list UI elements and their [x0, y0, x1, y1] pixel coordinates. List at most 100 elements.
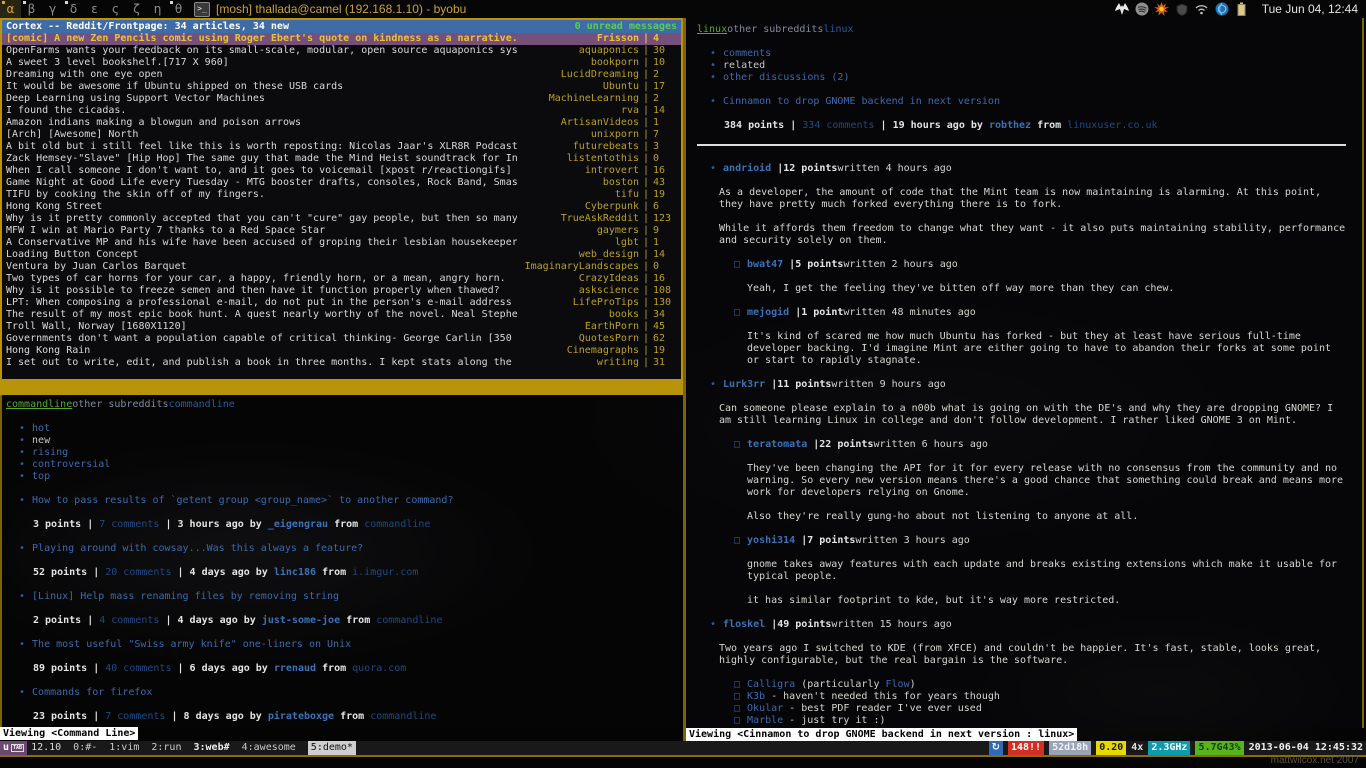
comment-author-link[interactable]: bwat47 [747, 259, 783, 270]
post-source-link[interactable]: linuxuser.co.uk [1067, 120, 1157, 131]
post-author-link[interactable]: _eigengrau [268, 519, 328, 530]
subreddit-link[interactable]: commandline [6, 399, 72, 410]
workspace-tag-ζ[interactable]: ζ [126, 0, 147, 18]
comment-header[interactable]: □bwat47 |5 pointswritten 2 hours ago [697, 259, 1352, 271]
article-row[interactable]: Ventura by Juan Carlos BarquetImaginaryL… [2, 261, 681, 273]
post-comments-link[interactable]: 7 comments [105, 711, 165, 722]
post-title-link[interactable]: Cinnamon to drop GNOME backend in next v… [723, 96, 1000, 107]
inline-link[interactable]: K3b [747, 691, 765, 702]
article-row[interactable]: Deep Learning using Support Vector Machi… [2, 93, 681, 105]
inline-link[interactable]: Marble [747, 715, 783, 726]
nav-item-other-discussions-2[interactable]: •other discussions (2) [697, 72, 1352, 84]
article-row[interactable]: Dreaming with one eye openLucidDreaming|… [2, 69, 681, 81]
post-comments-link[interactable]: 20 comments [105, 567, 171, 578]
article-row[interactable]: Why is it possible to freeze semen and t… [2, 285, 681, 297]
terminal-window-icon[interactable]: >_ [194, 2, 210, 17]
article-row[interactable]: The result of my most epic book hunt. A … [2, 309, 681, 321]
article-row[interactable]: A Conservative MP and his wife have been… [2, 237, 681, 249]
subreddit-link-2[interactable]: linux [823, 24, 853, 35]
workspace-tag-η[interactable]: η [147, 0, 168, 18]
workspace-tag-γ[interactable]: γ [42, 0, 63, 18]
comment-author-link[interactable]: Lurk3rr [723, 379, 765, 390]
tmux-window-4-awesome[interactable]: 4:awesome [242, 741, 296, 755]
article-row[interactable]: It would be awesome if Ubuntu shipped on… [2, 81, 681, 93]
spotify-icon[interactable] [1134, 2, 1150, 17]
workspace-tag-β[interactable]: β [21, 0, 42, 18]
comment-header[interactable]: •Lurk3rr |11 pointswritten 9 hours ago [697, 379, 1352, 391]
tmux-window-1-vim[interactable]: 1:vim [109, 741, 139, 755]
article-row[interactable]: Two types of car horns for your car, a h… [2, 273, 681, 285]
post-title-link[interactable]: [Linux] Help mass renaming files by remo… [32, 591, 339, 602]
article-row[interactable]: Hong Kong StreetCyberpunk|6 [2, 201, 681, 213]
article-row[interactable]: MFW I win at Mario Party 7 thanks to a R… [2, 225, 681, 237]
burst-icon[interactable] [1154, 2, 1170, 17]
post-source-link[interactable]: commandline [364, 519, 430, 530]
comment-header[interactable]: •floskel |49 pointswritten 15 hours ago [697, 619, 1352, 631]
article-row[interactable]: When I call someone I don't want to, and… [2, 165, 681, 177]
article-row[interactable]: OpenFarms wants your feedback on its sma… [2, 45, 681, 57]
article-row[interactable]: [Arch] [Awesome] Northunixporn|7 [2, 129, 681, 141]
workspace-tag-δ[interactable]: δ [63, 0, 84, 18]
pane-divider-bar[interactable] [0, 381, 683, 395]
article-row[interactable]: I set out to write, edit, and publish a … [2, 357, 681, 369]
post-comments-link[interactable]: 4 comments [99, 615, 159, 626]
workspace-tag-θ[interactable]: θ [168, 0, 189, 18]
article-row[interactable]: Why is it pretty commonly accepted that … [2, 213, 681, 225]
comment-author-link[interactable]: andrioid [723, 163, 771, 174]
article-row[interactable]: Loading Button Conceptweb_design|14 [2, 249, 681, 261]
comment-header[interactable]: □teratomata |22 pointswritten 6 hours ag… [697, 439, 1352, 451]
workspace-tag-ς[interactable]: ς [105, 0, 126, 18]
post-title-link[interactable]: How to pass results of `getent group <gr… [32, 495, 453, 506]
comment-header[interactable]: •andrioid |12 pointswritten 4 hours ago [697, 163, 1352, 175]
inline-link[interactable]: Okular [747, 703, 783, 714]
comment-author-link[interactable]: yoshi314 [747, 535, 795, 546]
post-source-link[interactable]: commandline [376, 615, 442, 626]
nav-item-top[interactable]: •top [6, 471, 679, 483]
article-row[interactable]: Game Night at Good Life every Tuesday - … [2, 177, 681, 189]
article-row[interactable]: Governments don't want a population capa… [2, 333, 681, 345]
battery-icon[interactable] [1234, 2, 1250, 17]
article-row[interactable]: Zack Hemsey-"Slave" [Hip Hop] The same g… [2, 153, 681, 165]
post-source-link[interactable]: i.imgur.com [352, 567, 418, 578]
tmux-window-5-demo[interactable]: 5:demo* [308, 741, 356, 755]
tmux-window-0[interactable]: 0:#- [73, 741, 97, 755]
article-row[interactable]: Troll Wall, Norway [1680X1120]EarthPorn|… [2, 321, 681, 333]
nav-item-hot[interactable]: •hot [6, 423, 679, 435]
article-row[interactable]: LPT: When composing a professional e-mai… [2, 297, 681, 309]
post-author-link[interactable]: pirateboxge [268, 711, 334, 722]
tmux-window-3-web[interactable]: 3:web# [193, 741, 229, 755]
nav-item-related[interactable]: •related [697, 60, 1352, 72]
article-row[interactable]: A sweet 3 level bookshelf.[717 X 960]boo… [2, 57, 681, 69]
comment-author-link[interactable]: mejogid [747, 307, 789, 318]
article-row[interactable]: A bit old but i still feel like this is … [2, 141, 681, 153]
comment-header[interactable]: □yoshi314 |7 pointswritten 3 hours ago [697, 535, 1352, 547]
post-title-link[interactable]: Playing around with cowsay...Was this al… [32, 543, 363, 554]
subreddit-link[interactable]: linux [697, 24, 727, 35]
post-author-link[interactable]: linc186 [274, 567, 316, 578]
comment-author-link[interactable]: teratomata [747, 439, 807, 450]
post-source-link[interactable]: quora.com [352, 663, 406, 674]
shield-icon[interactable] [1174, 2, 1190, 17]
post-comments-link[interactable]: 334 comments [802, 120, 874, 131]
subreddit-link-2[interactable]: commandline [169, 399, 235, 410]
globe-icon[interactable] [1214, 2, 1230, 17]
workspace-tag-α[interactable]: α [0, 0, 21, 18]
nav-item-comments[interactable]: •comments [697, 48, 1352, 60]
article-row[interactable]: Hong Kong RainCinemagraphs|19 [2, 345, 681, 357]
inline-link[interactable]: Calligra [747, 679, 795, 690]
wifi-icon[interactable] [1194, 2, 1210, 17]
post-author-link[interactable]: just-some-joe [262, 615, 340, 626]
article-row[interactable]: Amazon indians making a blowgun and pois… [2, 117, 681, 129]
post-author-link[interactable]: rrenaud [274, 663, 316, 674]
nav-item-new[interactable]: •new [6, 435, 679, 447]
tmux-window-2-run[interactable]: 2:run [151, 741, 181, 755]
article-row[interactable]: TIFU by cooking the skin off of my finge… [2, 189, 681, 201]
bat-icon[interactable] [1114, 2, 1130, 17]
post-comments-link[interactable]: 40 comments [105, 663, 171, 674]
comment-author-link[interactable]: floskel [723, 619, 765, 630]
nav-item-controversial[interactable]: •controversial [6, 459, 679, 471]
post-source-link[interactable]: commandline [370, 711, 436, 722]
post-title-link[interactable]: Commands for firefox [32, 687, 152, 698]
post-title-link[interactable]: The most useful "Swiss army knife" one-l… [32, 639, 351, 650]
post-comments-link[interactable]: 7 comments [99, 519, 159, 530]
